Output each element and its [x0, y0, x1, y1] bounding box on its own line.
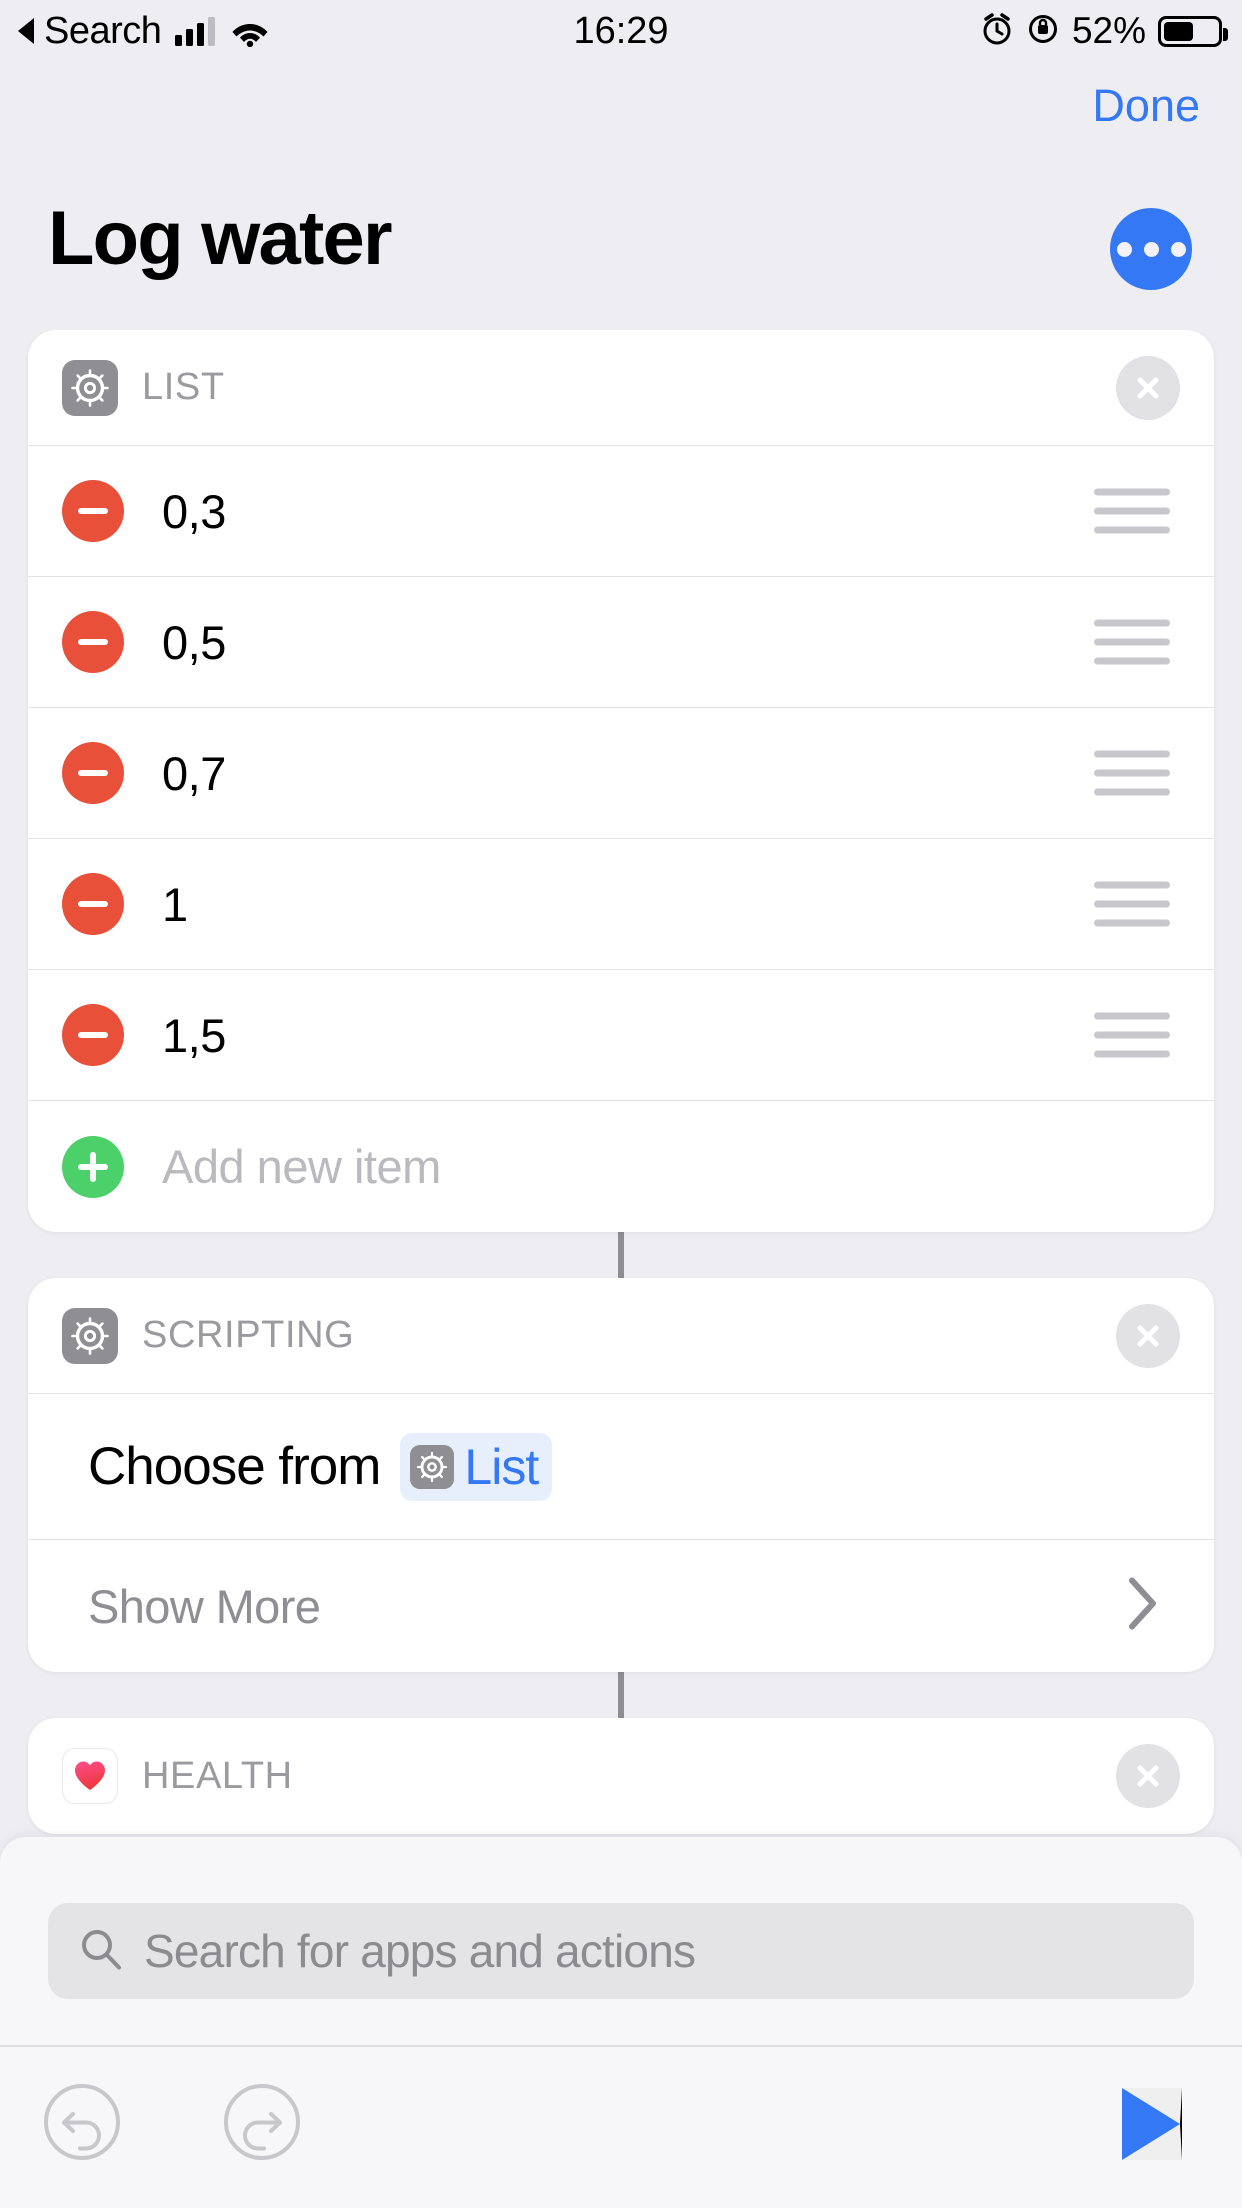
card-header-list: LIST: [28, 330, 1214, 446]
drag-handle-icon[interactable]: [1094, 488, 1170, 534]
card-connector: [618, 1672, 624, 1718]
bottom-toolbar: [0, 2046, 1242, 2208]
table-row[interactable]: 0,3: [28, 446, 1214, 577]
list-item-value[interactable]: 0,7: [162, 746, 226, 801]
battery-icon: [1158, 15, 1228, 47]
close-icon[interactable]: [1116, 1303, 1180, 1368]
action-canvas: LIST 0,3 0,5 0,7 1 1,5 Add new item SCRI…: [0, 330, 1242, 1850]
action-card-list: LIST 0,3 0,5 0,7 1 1,5 Add new item: [28, 330, 1214, 1232]
drag-handle-icon[interactable]: [1094, 619, 1170, 665]
card-category-label: SCRIPTING: [142, 1314, 355, 1356]
search-icon: [78, 1926, 124, 1977]
search-input[interactable]: Search for apps and actions: [48, 1903, 1194, 1999]
ellipsis-dot-icon: [1143, 241, 1159, 257]
page-title: Log water: [48, 196, 393, 281]
redo-button[interactable]: [222, 2082, 302, 2165]
remove-item-icon[interactable]: [62, 1004, 124, 1066]
heart-icon: [62, 1748, 118, 1804]
action-card-scripting: SCRIPTING Choose from List Show More: [28, 1278, 1214, 1672]
close-icon[interactable]: [1116, 355, 1180, 420]
bottom-sheet: Search for apps and actions: [0, 1837, 1242, 2208]
chevron-right-icon: [1126, 1576, 1160, 1637]
action-body-scripting: Choose from List: [28, 1394, 1214, 1540]
remove-item-icon[interactable]: [62, 742, 124, 804]
drag-handle-icon[interactable]: [1094, 881, 1170, 927]
ellipsis-dot-icon: [1116, 241, 1132, 257]
show-more-label: Show More: [88, 1579, 321, 1633]
rotation-lock-icon: [1026, 12, 1060, 51]
card-header-health: HEALTH: [28, 1718, 1214, 1834]
variable-token-list[interactable]: List: [400, 1432, 553, 1501]
add-new-item-placeholder[interactable]: Add new item: [162, 1139, 441, 1194]
status-bar: Search 16:29 52%: [0, 0, 1242, 62]
token-label: List: [464, 1438, 539, 1495]
show-more-row[interactable]: Show More: [28, 1540, 1214, 1672]
phone-screen: Search 16:29 52% Done Log water LIST 0,3…: [0, 0, 1242, 2208]
gear-icon: [62, 1307, 118, 1364]
run-shortcut-button[interactable]: [1122, 2088, 1182, 2160]
card-category-label: HEALTH: [142, 1754, 293, 1797]
ellipsis-dot-icon: [1170, 241, 1186, 257]
gear-icon: [62, 359, 118, 416]
card-connector: [618, 1232, 624, 1278]
table-row[interactable]: 1: [28, 839, 1214, 970]
action-text: Choose from: [88, 1437, 381, 1496]
action-card-health: HEALTH: [28, 1718, 1214, 1834]
table-row[interactable]: 1,5: [28, 970, 1214, 1101]
status-bar-right: 52%: [980, 0, 1228, 62]
remove-item-icon[interactable]: [62, 611, 124, 673]
list-item-value[interactable]: 1: [162, 877, 188, 932]
drag-handle-icon[interactable]: [1094, 750, 1170, 796]
remove-item-icon[interactable]: [62, 873, 124, 935]
list-item-value[interactable]: 1,5: [162, 1008, 226, 1063]
list-item-value[interactable]: 0,3: [162, 484, 226, 539]
battery-percent-label: 52%: [1071, 10, 1146, 51]
card-category-label: LIST: [142, 366, 225, 408]
add-new-item-row[interactable]: Add new item: [28, 1101, 1214, 1232]
card-header-scripting: SCRIPTING: [28, 1278, 1214, 1394]
alarm-clock-icon: [980, 12, 1014, 51]
table-row[interactable]: 0,5: [28, 577, 1214, 708]
undo-button[interactable]: [42, 2082, 122, 2165]
add-item-icon[interactable]: [62, 1135, 124, 1198]
nav-bar: Done: [0, 62, 1242, 162]
search-placeholder: Search for apps and actions: [144, 1925, 696, 1977]
more-options-button[interactable]: [1110, 208, 1192, 290]
table-row[interactable]: 0,7: [28, 708, 1214, 839]
close-icon[interactable]: [1116, 1744, 1180, 1808]
drag-handle-icon[interactable]: [1094, 1012, 1170, 1058]
list-item-value[interactable]: 0,5: [162, 615, 226, 670]
gear-icon: [410, 1444, 455, 1489]
remove-item-icon[interactable]: [62, 480, 124, 542]
done-button[interactable]: Done: [1092, 80, 1200, 132]
